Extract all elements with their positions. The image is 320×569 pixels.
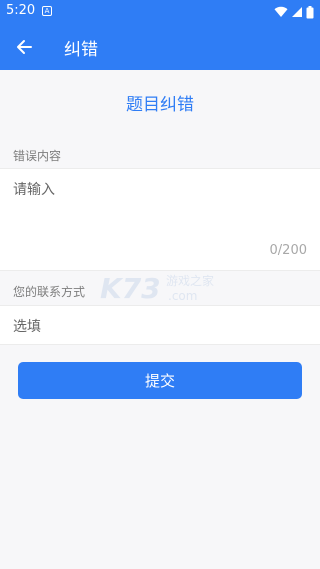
submit-button[interactable]: 提交 xyxy=(18,362,302,399)
status-time: 5:20 xyxy=(6,3,36,18)
status-icons xyxy=(274,4,314,20)
signal-icon xyxy=(292,7,302,17)
status-bar: 5:20 A xyxy=(0,0,320,24)
svg-text:K73: K73 xyxy=(100,272,161,305)
contact-card: 选填 xyxy=(0,305,320,345)
contact-label: 您的联系方式 xyxy=(13,285,86,299)
page-heading: 题目纠错 xyxy=(126,95,194,115)
arrow-back-icon xyxy=(17,40,32,54)
svg-text:游戏之家: 游戏之家 xyxy=(166,273,214,288)
app-bar: 纠错 xyxy=(0,24,320,70)
back-button[interactable] xyxy=(10,33,38,61)
app-bar-title: 纠错 xyxy=(64,40,98,60)
error-content-label: 错误内容 xyxy=(13,149,62,163)
error-content-card: 请输入 0/200 xyxy=(0,168,320,271)
notification-badge-icon: A xyxy=(42,6,52,16)
battery-icon xyxy=(306,5,314,18)
k73-watermark-logo: K73 游戏之家 .com xyxy=(100,272,214,305)
contact-input[interactable]: 选填 xyxy=(13,316,41,336)
character-counter: 0/200 xyxy=(269,243,307,258)
error-content-textarea[interactable]: 请输入 xyxy=(13,179,55,199)
wifi-icon xyxy=(274,6,288,18)
svg-text:.com: .com xyxy=(168,289,197,303)
